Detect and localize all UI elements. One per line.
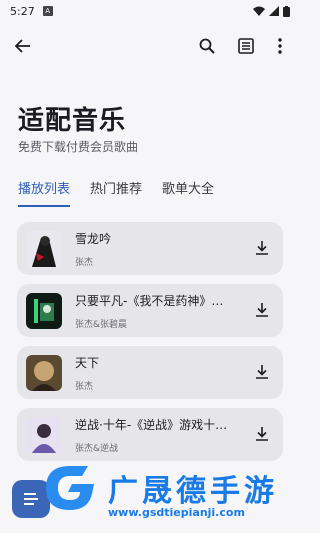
status-right [253,5,290,17]
tab-playlist[interactable]: 播放列表 [18,178,71,207]
page-subtitle: 免费下载付费会员歌曲 [18,140,139,154]
song-card[interactable]: 雪龙吟 张杰 [17,222,283,275]
song-info: 逆战·十年-《逆战》游戏十周年主题曲 张杰&逆战 [75,416,283,454]
toolbar [0,30,300,62]
song-title: 只要平凡-《我不是药神》电影主题曲 [75,293,235,308]
status-left: 5:27 A [10,5,53,18]
album-cover [26,416,62,453]
page-title: 适配音乐 [18,106,127,136]
watermark: 广晟德手游 www.gsdtiepianji.com [36,462,300,533]
battery-icon [283,5,290,17]
song-title: 天下 [75,355,100,370]
song-card[interactable]: 只要平凡-《我不是药神》电影主题曲 张杰&张碧晨 [17,284,283,337]
watermark-logo-icon [46,466,94,510]
notification-icon: A [42,6,53,16]
song-info: 只要平凡-《我不是药神》电影主题曲 张杰&张碧晨 [75,292,283,330]
status-time: 5:27 [10,4,35,18]
album-cover [26,292,62,329]
tab-bar: 播放列表 热门推荐 歌单大全 [18,178,214,207]
song-info: 天下 张杰 [75,354,283,392]
watermark-url: www.gsdtiepianji.com [108,506,245,519]
tab-hot[interactable]: 热门推荐 [90,178,142,207]
signal-icon [269,6,279,16]
download-icon[interactable] [253,363,271,381]
album-cover [26,230,62,267]
back-button[interactable] [11,34,35,58]
search-icon [199,38,215,54]
song-artist: 张杰 [75,381,94,392]
download-icon[interactable] [253,301,271,319]
playlist-button[interactable] [234,34,258,58]
download-icon[interactable] [253,239,271,257]
more-vert-icon [278,38,282,54]
back-arrow-icon [15,39,30,53]
search-button[interactable] [195,34,219,58]
song-info: 雪龙吟 张杰 [75,230,283,268]
song-title: 逆战·十年-《逆战》游戏十周年主题曲 [75,417,235,432]
more-button[interactable] [268,34,292,58]
song-card[interactable]: 逆战·十年-《逆战》游戏十周年主题曲 张杰&逆战 [17,408,283,461]
status-bar: 5:27 A [0,0,300,22]
wifi-icon [253,6,265,16]
tab-songlists[interactable]: 歌单大全 [162,178,214,207]
playlist-icon [238,38,254,54]
song-card[interactable]: 天下 张杰 [17,346,283,399]
song-artist: 张杰 [75,257,94,268]
song-artist: 张杰&逆战 [75,443,119,454]
watermark-title: 广晟德手游 [108,474,278,509]
download-icon[interactable] [253,425,271,443]
song-artist: 张杰&张碧晨 [75,319,128,330]
song-title: 雪龙吟 [75,231,112,246]
song-list: 雪龙吟 张杰 只要平凡-《我不是药神》电影主题曲 张杰&张碧晨 天下 张杰 [17,222,283,470]
album-cover [26,354,62,391]
